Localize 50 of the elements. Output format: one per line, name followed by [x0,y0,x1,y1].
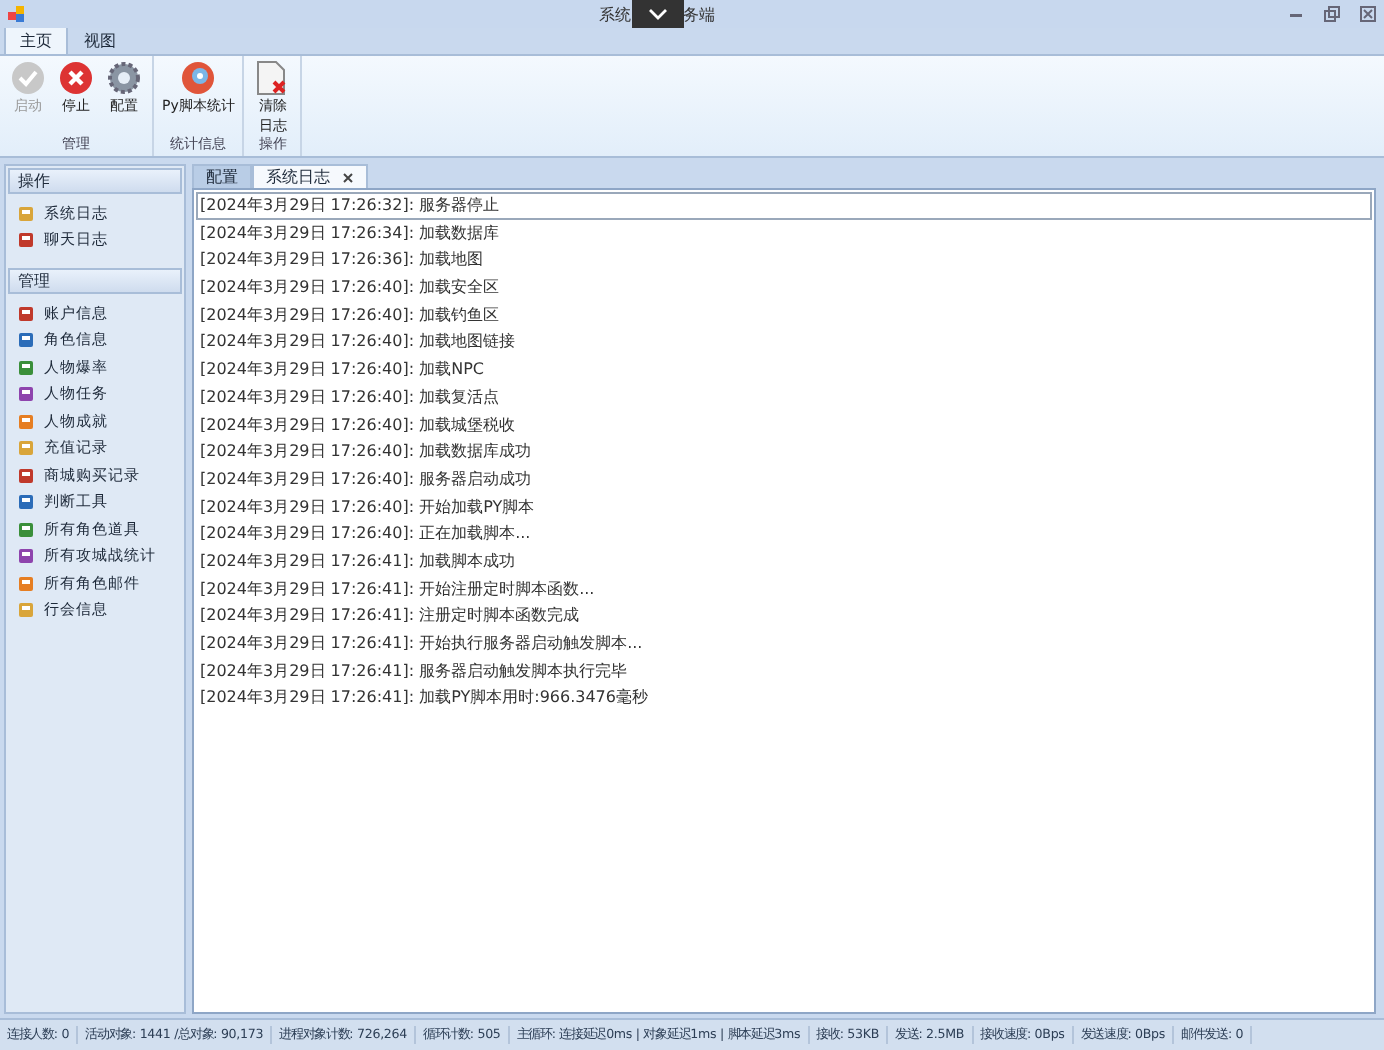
window-title: 系统 [599,3,631,25]
log-line[interactable]: [2024年3月29日 17:26:34]: 加载数据库 [196,219,1372,247]
item-icon [18,467,34,484]
restore-icon[interactable] [1324,6,1340,22]
log-line[interactable]: [2024年3月29日 17:26:40]: 服务器启动成功 [196,465,1372,494]
document-tab[interactable]: 系统日志 [252,164,368,188]
log-line[interactable]: [2024年3月29日 17:26:36]: 加载地图 [196,246,1372,275]
log-line[interactable]: [2024年3月29日 17:26:40]: 加载地图链接 [196,328,1372,357]
check-icon [10,60,46,96]
item-icon [18,332,34,349]
item-icon [18,575,34,592]
close-icon[interactable] [1360,6,1376,22]
item-icon [18,305,34,322]
log-line[interactable]: [2024年3月29日 17:26:41]: 开始执行服务器启动触发脚本... [196,630,1372,658]
item-icon [18,413,34,430]
log-line[interactable]: [2024年3月29日 17:26:41]: 注册定时脚本函数完成 [196,602,1372,630]
log-line[interactable]: [2024年3月29日 17:26:41]: 加载PY脚本用时:966.3476毫秒 [196,684,1372,713]
clear-document-icon [256,60,289,96]
log-line[interactable]: [2024年3月29日 17:26:41]: 服务器启动触发脚本执行完毕 [196,657,1372,685]
log-line[interactable]: [2024年3月29日 17:26:40]: 加载数据库成功 [196,438,1372,466]
log-line[interactable]: [2024年3月29日 17:26:41]: 开始注册定时脚本函数... [196,575,1372,603]
disc-icon [180,60,217,96]
app-icon [8,5,26,23]
chevron-down-icon[interactable] [631,0,683,28]
item-icon [18,386,34,403]
settings-icon [106,60,142,96]
item-icon [18,232,34,249]
close-icon[interactable] [342,171,354,183]
item-icon [18,548,34,565]
item-icon [18,205,34,222]
log-line[interactable]: [2024年3月29日 17:26:40]: 加载钓鱼区 [196,301,1372,329]
stop-icon [58,60,94,96]
item-icon [18,521,34,538]
log-line[interactable]: [2024年3月29日 17:26:40]: 加载安全区 [196,274,1372,302]
sidebar-header[interactable]: 操作 [8,168,182,194]
log-line[interactable]: [2024年3月29日 17:26:40]: 正在加载脚本... [196,520,1372,548]
item-icon [18,359,34,376]
item-icon [18,602,34,619]
window-title: 务端 [683,3,715,25]
ribbon-tab[interactable]: 主页 [4,26,68,54]
document-tab[interactable]: 配置 [192,164,252,188]
ribbon-tab[interactable]: 视图 [68,26,132,54]
item-icon [18,494,34,511]
log-line[interactable]: [2024年3月29日 17:26:40]: 开始加载PY脚本 [196,493,1372,521]
log-line[interactable]: [2024年3月29日 17:26:41]: 加载脚本成功 [196,547,1372,576]
log-line[interactable]: [2024年3月29日 17:26:40]: 加载城堡税收 [196,411,1372,439]
sidebar-header[interactable]: 管理 [8,268,182,294]
log-line[interactable]: [2024年3月29日 17:26:40]: 加载NPC [196,356,1372,384]
log-line[interactable]: [2024年3月29日 17:26:40]: 加载复活点 [196,383,1372,411]
item-icon [18,440,34,457]
